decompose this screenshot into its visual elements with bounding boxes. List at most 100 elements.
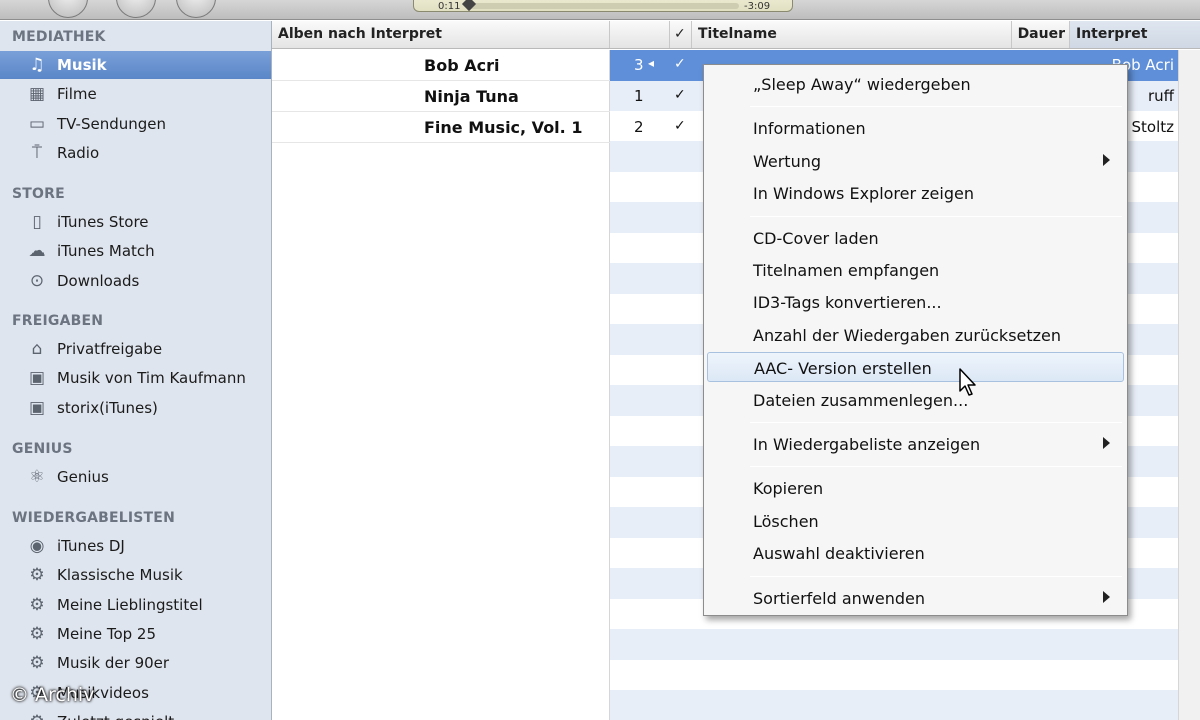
archiv-watermark: © Archiv [10,684,95,706]
menu-item-label: Dateien zusammenlegen... [753,390,969,410]
play-pause-button[interactable] [116,0,156,18]
sidebar-item-meine-top-25[interactable]: ⚙ Meine Top 25 [0,620,271,648]
album-row[interactable]: Fine Music, Vol. 1 [272,112,610,143]
sidebar-item-musik-der-90er[interactable]: ⚙ Musik der 90er [0,649,271,677]
menu-item-in-windows-explorer-zeigen[interactable]: In Windows Explorer zeigen [707,178,1124,208]
tv-icon: ▭ [28,113,46,134]
album-row[interactable]: Ninja Tuna [272,81,610,112]
menu-item-label: Anzahl der Wiedergaben zurücksetzen [753,325,1062,345]
progress-bar[interactable] [469,3,739,9]
smart-playlist-gear-icon: ⚙ [29,565,45,586]
menu-item-sleep-away-wiedergeben[interactable]: „Sleep Away“ wiedergeben [707,69,1124,99]
menu-item-cd-cover-laden[interactable]: CD-Cover laden [707,223,1124,253]
sidebar-item-storix-itunes[interactable]: ▣ storix(iTunes) [0,394,271,422]
menu-item-anzahl-der-wiedergaben-zurücksetzen[interactable]: Anzahl der Wiedergaben zurücksetzen [707,320,1124,350]
now-playing-display: 0:11 -3:09 [413,0,793,12]
menu-item-label: CD-Cover laden [753,228,879,248]
sidebar-item-musik-von-tim-kaufmann[interactable]: ▣ Musik von Tim Kaufmann [0,364,271,392]
sidebar-item-label: Musik [57,56,107,74]
menu-item-label: In Wiedergabeliste anzeigen [753,435,981,454]
previous-button[interactable] [48,0,88,18]
menu-item-wertung[interactable]: Wertung [707,146,1124,176]
sidebar-item-downloads[interactable]: ⊙ Downloads [0,267,271,295]
sidebar-item-label: iTunes Match [57,242,155,261]
sidebar-item-itunes-store[interactable]: ▯ iTunes Store [0,208,271,236]
radio-antenna-icon: ⍑ [31,142,43,163]
column-header-number[interactable] [610,21,670,48]
menu-item-label: Auswahl deaktivieren [753,544,925,564]
submenu-arrow-icon [1103,153,1110,166]
submenu-arrow-icon [1103,590,1110,603]
submenu-arrow-icon [1103,437,1110,449]
menu-item-aac-version-erstellen[interactable]: AAC- Version erstellen [707,352,1124,383]
sidebar-item-itunes-dj[interactable]: ◉ iTunes DJ [0,532,271,560]
album-name: Fine Music, Vol. 1 [424,118,583,137]
sidebar-item-genius[interactable]: ⚛ Genius [0,463,271,491]
sidebar-item-label: Klassische Musik [57,566,183,585]
vertical-scrollbar[interactable] [1178,50,1200,720]
menu-separator [750,215,1122,217]
sidebar-item-label: TV-Sendungen [57,114,167,133]
sidebar-item-radio[interactable]: ⍑ Radio [0,139,271,167]
menu-item-sortierfeld-anwenden[interactable]: Sortierfeld anwenden [707,583,1124,613]
column-header-duration[interactable]: Dauer [1012,21,1070,48]
next-button[interactable] [176,0,216,18]
menu-separator [750,422,1122,423]
toolbar: 0:11 -3:09 [0,0,1200,20]
music-note-icon: ♫ [29,55,45,75]
sidebar-item-musik[interactable]: ♫ Musik [0,51,271,79]
sidebar-item-itunes-match[interactable]: ☁ iTunes Match [0,237,271,265]
sidebar-item-privatfreigabe[interactable]: ⌂ Privatfreigabe [0,335,271,363]
shared-library-icon: ▣ [28,397,46,418]
menu-item-löschen[interactable]: Löschen [707,506,1124,536]
menu-item-in-wiedergabeliste-anzeigen[interactable]: In Wiedergabeliste anzeigen [707,429,1124,459]
menu-separator [750,466,1122,468]
menu-item-label: ID3-Tags konvertieren... [753,293,942,313]
sidebar-section-heading: WIEDERGABELISTEN [12,510,175,526]
sidebar-item-label: Musik von Tim Kaufmann [57,369,246,388]
column-header-artist[interactable]: Interpret [1070,21,1200,48]
column-header-check[interactable]: ✓ [670,21,692,48]
menu-item-dateien-zusammenlegen[interactable]: Dateien zusammenlegen... [707,385,1124,415]
sidebar-section-heading: FREIGABEN [12,313,104,329]
mouse-cursor-icon [959,368,976,396]
track-checkbox[interactable]: ✓ [674,118,686,134]
sidebar-item-klassische-musik[interactable]: ⚙ Klassische Musik [0,561,271,589]
sidebar-item-filme[interactable]: ▦ Filme [0,80,271,108]
sidebar-item-tv-sendungen[interactable]: ▭ TV-Sendungen [0,110,271,138]
sidebar-item-label: Downloads [57,271,140,290]
menu-item-id3-tags-konvertieren[interactable]: ID3-Tags konvertieren... [707,287,1124,317]
column-header-title[interactable]: Titelname [692,21,1012,48]
sidebar-item-zuletzt-gespielt[interactable]: ⚙ Zuletzt gespielt [0,708,271,720]
menu-separator [750,575,1122,577]
menu-item-label: AAC- Version erstellen [754,359,932,379]
menu-item-kopieren[interactable]: Kopieren [707,473,1124,503]
menu-item-auswahl-deaktivieren[interactable]: Auswahl deaktivieren [707,538,1124,568]
track-number: 1 [634,87,644,105]
track-number: 3 [634,56,644,74]
home-icon: ⌂ [31,339,43,359]
sidebar-section-heading: MEDIATHEK [12,29,106,45]
sidebar-item-meine-lieblingstitel[interactable]: ⚙ Meine Lieblingstitel [0,591,271,619]
smart-playlist-gear-icon: ⚙ [26,712,48,720]
column-header-album-by-artist[interactable]: Alben nach Interpret [272,21,610,48]
progress-knob[interactable] [461,0,477,12]
menu-item-titelnamen-empfangen[interactable]: Titelnamen empfangen [707,255,1124,285]
remaining-time: -3:09 [744,1,771,12]
menu-item-informationen[interactable]: Informationen [707,113,1124,143]
menu-separator [750,106,1122,108]
album-row[interactable]: Bob Acri [272,50,610,81]
sidebar-section-heading: STORE [12,186,65,202]
sidebar-item-label: Meine Top 25 [57,624,157,643]
menu-item-label: „Sleep Away“ wiedergeben [753,75,971,94]
menu-item-label: Löschen [753,511,819,531]
track-checkbox[interactable]: ✓ [674,56,686,72]
track-checkbox[interactable]: ✓ [674,87,686,103]
genius-atom-icon: ⚛ [29,467,45,487]
sidebar-section-heading: GENIUS [12,441,73,457]
album-name: Bob Acri [424,56,500,75]
sidebar-item-label: Radio [57,143,100,162]
elapsed-time: 0:11 [438,1,461,12]
shared-library-icon: ▣ [28,368,46,389]
sidebar-item-label: Genius [57,468,109,486]
